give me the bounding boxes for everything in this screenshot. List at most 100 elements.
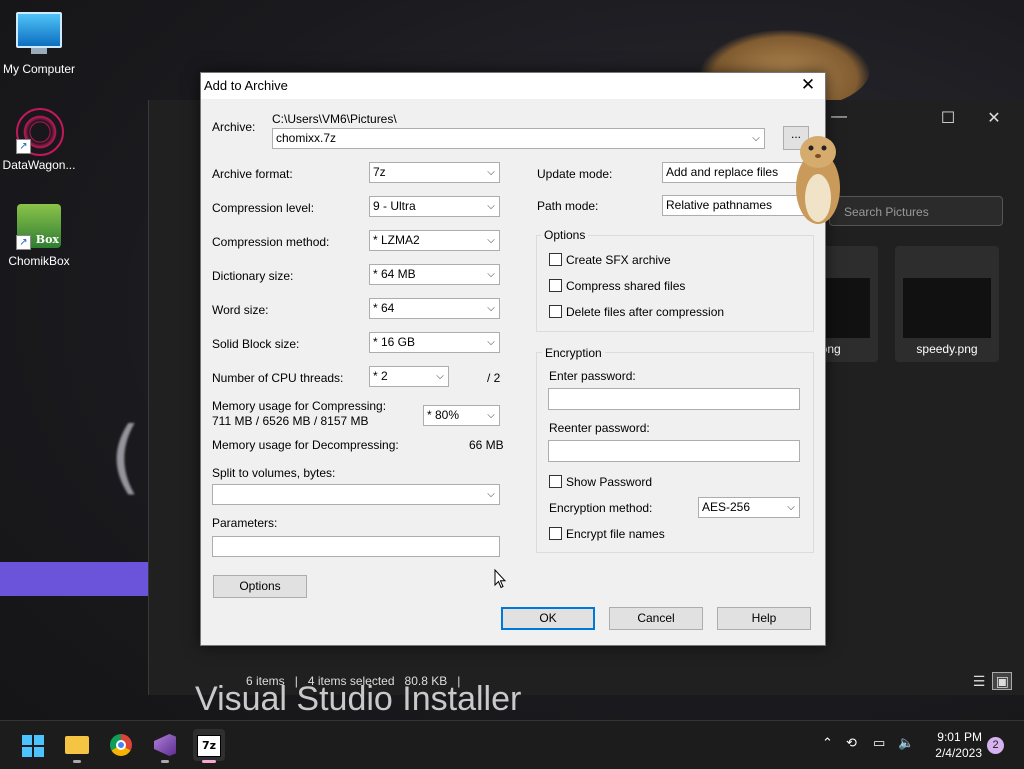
cancel-button[interactable]: Cancel (609, 607, 703, 630)
cpu-threads-label: Number of CPU threads: (212, 371, 344, 385)
desktop-icon-label: My Computer (2, 62, 76, 76)
create-sfx-checkbox[interactable]: Create SFX archive (549, 253, 671, 267)
running-indicator (73, 760, 81, 763)
archive-name-combo[interactable]: chomixx.7z ⌵ (272, 128, 765, 149)
clock-time: 9:01 PM (937, 730, 982, 744)
desktop-icon-chomikbox[interactable]: Box ↗ ChomikBox (0, 204, 78, 268)
taskbar-clock[interactable]: 9:01 PM 2/4/2023 (926, 729, 982, 761)
desktop-icon-datawagon[interactable]: ↗ DataWagon... (0, 108, 78, 172)
taskbar-visual-studio-installer[interactable] (149, 729, 181, 763)
compression-level-value: 9 - Ultra (373, 199, 416, 213)
memory-percent-select[interactable]: * 80% ⌵ (423, 405, 500, 426)
close-icon[interactable]: ✕ (979, 108, 1009, 128)
volume-icon[interactable]: 🔈 (898, 735, 914, 751)
encrypt-names-checkbox[interactable]: Encrypt file names (549, 527, 665, 541)
chevron-down-icon: ⌵ (487, 303, 495, 314)
compress-shared-checkbox[interactable]: Compress shared files (549, 279, 685, 293)
options-group-title: Options (541, 228, 589, 242)
visual-studio-icon (154, 734, 176, 756)
update-mode-value: Add and replace files (666, 165, 779, 179)
7zip-icon: 7z (197, 735, 221, 757)
ok-button[interactable]: OK (501, 607, 595, 630)
windows-logo-icon (22, 735, 48, 757)
memory-compress-values: 711 MB / 6526 MB / 8157 MB (212, 414, 369, 428)
chrome-icon (110, 734, 132, 756)
chevron-down-icon: ⌵ (487, 235, 495, 246)
chomikbox-badge: Box (35, 233, 59, 246)
path-mode-value: Relative pathnames (666, 198, 773, 212)
cpu-threads-select[interactable]: * 2 ⌵ (369, 366, 449, 387)
solid-block-size-value: * 16 GB (373, 335, 416, 349)
chevron-down-icon: ⌵ (487, 337, 495, 348)
archive-label: Archive: (212, 120, 256, 134)
checkbox-label: Compress shared files (566, 279, 686, 293)
dictionary-size-label: Dictionary size: (212, 269, 294, 283)
network-icon[interactable]: ▭ (873, 735, 885, 751)
thumbnail-image (903, 278, 991, 338)
minimize-icon[interactable]: — (824, 108, 854, 126)
checkbox-icon (549, 305, 562, 318)
checkbox-icon (549, 527, 562, 540)
dialog-titlebar: Add to Archive ✕ (201, 73, 825, 99)
solid-block-size-select[interactable]: * 16 GB ⌵ (369, 332, 500, 353)
close-icon[interactable]: ✕ (797, 74, 819, 96)
notification-badge[interactable]: 2 (987, 737, 1004, 754)
chomikbox-icon: Box ↗ (16, 204, 62, 250)
shortcut-arrow-icon: ↗ (16, 139, 31, 154)
start-button[interactable] (16, 729, 48, 761)
show-password-checkbox[interactable]: Show Password (549, 475, 652, 489)
parameters-input[interactable] (212, 536, 500, 557)
folder-icon (65, 736, 89, 754)
chevron-down-icon: ⌵ (487, 269, 495, 280)
reenter-password-input[interactable] (548, 440, 800, 462)
help-button[interactable]: Help (717, 607, 811, 630)
encryption-method-label: Encryption method: (549, 501, 653, 515)
chevron-up-icon[interactable]: ⌃ (822, 735, 833, 751)
checkbox-label: Delete files after compression (566, 305, 725, 319)
checkbox-label: Encrypt file names (566, 527, 665, 541)
archive-format-select[interactable]: 7z ⌵ (369, 162, 500, 183)
tiles-view-icon[interactable]: ▣ (992, 672, 1013, 690)
details-view-icon[interactable]: ☰ (969, 672, 989, 690)
datawagon-icon: ↗ (16, 108, 64, 156)
password-input[interactable] (548, 388, 800, 410)
compression-method-select[interactable]: * LZMA2 ⌵ (369, 230, 500, 251)
dictionary-size-select[interactable]: * 64 MB ⌵ (369, 264, 500, 285)
clock-date: 2/4/2023 (935, 746, 982, 760)
path-mode-label: Path mode: (537, 199, 599, 213)
file-name: speedy.png (916, 342, 978, 356)
chevron-down-icon: ⌵ (487, 410, 495, 421)
maximize-icon[interactable]: ☐ (933, 108, 963, 128)
delete-after-checkbox[interactable]: Delete files after compression (549, 305, 724, 319)
mouse-cursor-icon (494, 569, 506, 589)
desktop-icon-my-computer[interactable]: My Computer (0, 8, 78, 76)
checkbox-icon (549, 253, 562, 266)
chevron-down-icon: ⌵ (436, 371, 444, 382)
checkbox-label: Show Password (566, 475, 653, 489)
solid-block-size-label: Solid Block size: (212, 337, 300, 351)
search-input[interactable]: Search Pictures (829, 196, 1003, 226)
taskbar-7zip[interactable]: 7z (193, 729, 225, 763)
encryption-method-select[interactable]: AES-256 ⌵ (698, 497, 800, 518)
shortcut-arrow-icon: ↗ (16, 235, 31, 250)
chevron-down-icon: ⌵ (487, 167, 495, 178)
compression-level-select[interactable]: 9 - Ultra ⌵ (369, 196, 500, 217)
file-thumbnail[interactable]: speedy.png (895, 246, 999, 362)
cpu-threads-max: / 2 (487, 371, 501, 385)
visual-studio-installer-title: Visual Studio Installer (195, 680, 522, 718)
sync-icon[interactable]: ⟲ (846, 735, 857, 751)
split-volumes-combo[interactable]: ⌵ (212, 484, 500, 505)
taskbar-file-explorer[interactable] (61, 729, 93, 763)
archive-format-label: Archive format: (212, 167, 293, 181)
word-size-select[interactable]: * 64 ⌵ (369, 298, 500, 319)
chevron-down-icon: ⌵ (487, 201, 495, 212)
memory-percent-value: * 80% (427, 408, 460, 422)
taskbar-chrome[interactable] (105, 729, 137, 761)
options-button[interactable]: Options (213, 575, 307, 598)
memory-decompress-label: Memory usage for Decompressing: (212, 438, 399, 452)
chevron-down-icon: ⌵ (787, 502, 795, 513)
word-size-label: Word size: (212, 303, 269, 317)
running-indicator (161, 760, 169, 763)
computer-icon (16, 12, 62, 58)
checkbox-icon (549, 279, 562, 292)
